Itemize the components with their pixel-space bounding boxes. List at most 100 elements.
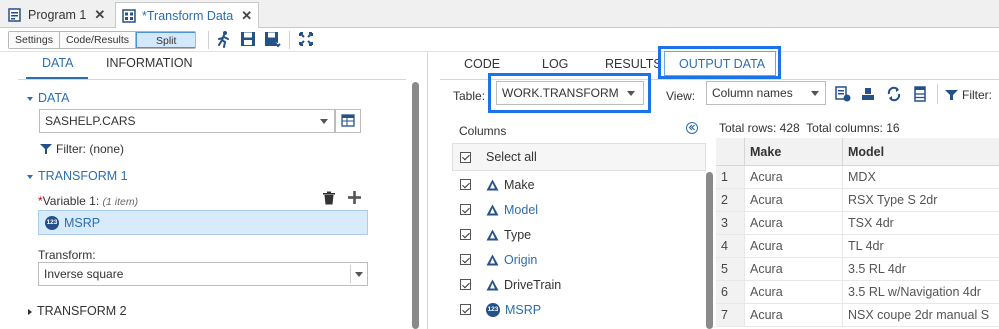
column-header-model[interactable]: Model [842, 138, 999, 166]
column-checkbox[interactable] [460, 204, 471, 215]
column-checkbox[interactable] [460, 279, 471, 290]
model-cell[interactable]: 3.5 RL w/Navigation 4dr [842, 281, 999, 304]
dataset-select[interactable]: SASHELP.CARS [39, 109, 335, 133]
make-cell[interactable]: Acura [744, 304, 842, 327]
variable-name: MSRP [64, 215, 101, 230]
select-all-row[interactable]: Select all [452, 143, 706, 171]
filter-row[interactable]: Filter: (none) [40, 142, 124, 156]
model-cell[interactable]: TSX 4dr [842, 212, 999, 235]
table-browse-button[interactable] [335, 109, 361, 133]
character-variable-icon [486, 204, 499, 216]
view-select[interactable]: Column names [706, 81, 826, 105]
transform-select[interactable]: Inverse square [38, 262, 368, 286]
make-cell[interactable]: Acura [744, 235, 842, 258]
save-icon[interactable] [239, 30, 257, 48]
model-cell[interactable]: MDX [842, 166, 999, 189]
column-checkbox[interactable] [460, 304, 471, 315]
column-name: Model [504, 202, 539, 217]
tab-transform-data[interactable]: *Transform Data ✕ [115, 2, 260, 29]
tab-label: Program 1 [28, 8, 87, 22]
table-properties-icon[interactable] [835, 86, 851, 102]
make-cell[interactable]: Acura [744, 212, 842, 235]
column-list-item[interactable]: Make [456, 172, 702, 197]
save-as-icon[interactable] [263, 30, 281, 48]
numeric-variable-icon: 123 [486, 302, 500, 317]
row-number-cell: 2 [716, 189, 744, 212]
variable-list-item[interactable]: 123 MSRP [38, 210, 368, 235]
columns-scrollbar[interactable] [706, 172, 713, 329]
character-variable-icon [486, 279, 499, 291]
chevron-down-icon [355, 272, 363, 277]
tab-label: *Transform Data [142, 9, 234, 23]
transform2-section-header[interactable]: TRANSFORM 2 [28, 304, 127, 318]
transform-label: Transform: [38, 248, 96, 262]
add-icon[interactable] [347, 190, 362, 205]
output-table-select[interactable]: WORK.TRANSFORM [496, 81, 644, 105]
make-cell[interactable]: Acura [744, 281, 842, 304]
close-icon[interactable]: ✕ [241, 8, 252, 24]
tab-log[interactable]: LOG [542, 57, 568, 71]
toolbar-divider [208, 31, 209, 49]
row-number-cell: 7 [716, 304, 744, 327]
column-list-item[interactable]: Model [456, 197, 702, 222]
column-header-make[interactable]: Make [744, 138, 842, 166]
character-variable-icon [486, 179, 499, 191]
model-cell[interactable]: NSX coupe 2dr manual S [842, 304, 999, 327]
column-list-item[interactable]: Type [456, 222, 702, 247]
select-all-checkbox[interactable] [460, 151, 471, 163]
row-number-cell: 6 [716, 281, 744, 304]
make-cell[interactable]: Acura [744, 258, 842, 281]
tab-information[interactable]: INFORMATION [106, 56, 193, 70]
run-icon[interactable] [215, 30, 233, 48]
transform1-section-header[interactable]: TRANSFORM 1 [27, 169, 128, 183]
data-section-header[interactable]: DATA [27, 91, 69, 105]
model-cell[interactable]: 3.5 RL 4dr [842, 258, 999, 281]
totals-text: Total rows: 428 Total columns: 16 [719, 121, 900, 135]
split-button[interactable]: Split [135, 32, 196, 48]
column-checkbox[interactable] [460, 229, 471, 240]
view-value: Column names [712, 86, 793, 100]
section-label: DATA [38, 91, 70, 105]
row-number-cell: 3 [716, 212, 744, 235]
data-grid: Make Model 1 Acura MDX 2 Acura RSX Type S 2dr… [716, 138, 999, 329]
table-label: Table: [453, 89, 486, 103]
expand-icon[interactable] [297, 30, 315, 48]
column-list-item[interactable]: 123 MSRP [456, 297, 702, 322]
tab-program-1[interactable]: Program 1 ✕ [2, 2, 111, 28]
column-checkbox[interactable] [460, 254, 471, 265]
filter-label: Filter: [962, 88, 992, 102]
model-cell[interactable]: RSX Type S 2dr [842, 189, 999, 212]
tab-code[interactable]: CODE [464, 57, 500, 71]
column-name: MSRP [505, 302, 542, 317]
columns-icon[interactable] [912, 86, 928, 102]
model-cell[interactable]: TL 4dr [842, 235, 999, 258]
variable-count: (1 item) [102, 196, 139, 208]
tab-label: OUTPUT DATA [679, 57, 766, 71]
column-name: DriveTrain [504, 277, 562, 292]
code-results-button[interactable]: Code/Results [59, 32, 136, 48]
column-list-item[interactable]: Origin [456, 247, 702, 272]
settings-button[interactable]: Settings [9, 32, 60, 48]
column-checkbox[interactable] [460, 179, 471, 190]
refresh-icon[interactable] [886, 86, 902, 102]
make-cell[interactable]: Acura [744, 166, 842, 189]
chevron-down-icon [27, 174, 33, 179]
chevron-down-icon [811, 91, 819, 96]
tab-output-data[interactable]: OUTPUT DATA [664, 51, 776, 76]
tab-results[interactable]: RESULTS [605, 57, 662, 71]
tab-data[interactable]: DATA [42, 56, 73, 70]
close-icon[interactable]: ✕ [94, 7, 105, 23]
delete-icon[interactable] [322, 191, 336, 205]
filter-button[interactable]: Filter: [945, 88, 992, 102]
table-value: WORK.TRANSFORM [502, 86, 619, 100]
chevron-down-icon [27, 96, 33, 101]
settings-scrollbar[interactable] [412, 82, 419, 329]
select-all-label: Select all [486, 150, 537, 164]
download-icon[interactable] [860, 86, 876, 102]
chevron-right-icon [28, 308, 32, 315]
rownum-header [716, 138, 744, 166]
column-name: Type [504, 227, 532, 242]
column-list-item[interactable]: DriveTrain [456, 272, 702, 297]
make-cell[interactable]: Acura [744, 189, 842, 212]
collapse-panel-icon[interactable] [686, 122, 698, 134]
